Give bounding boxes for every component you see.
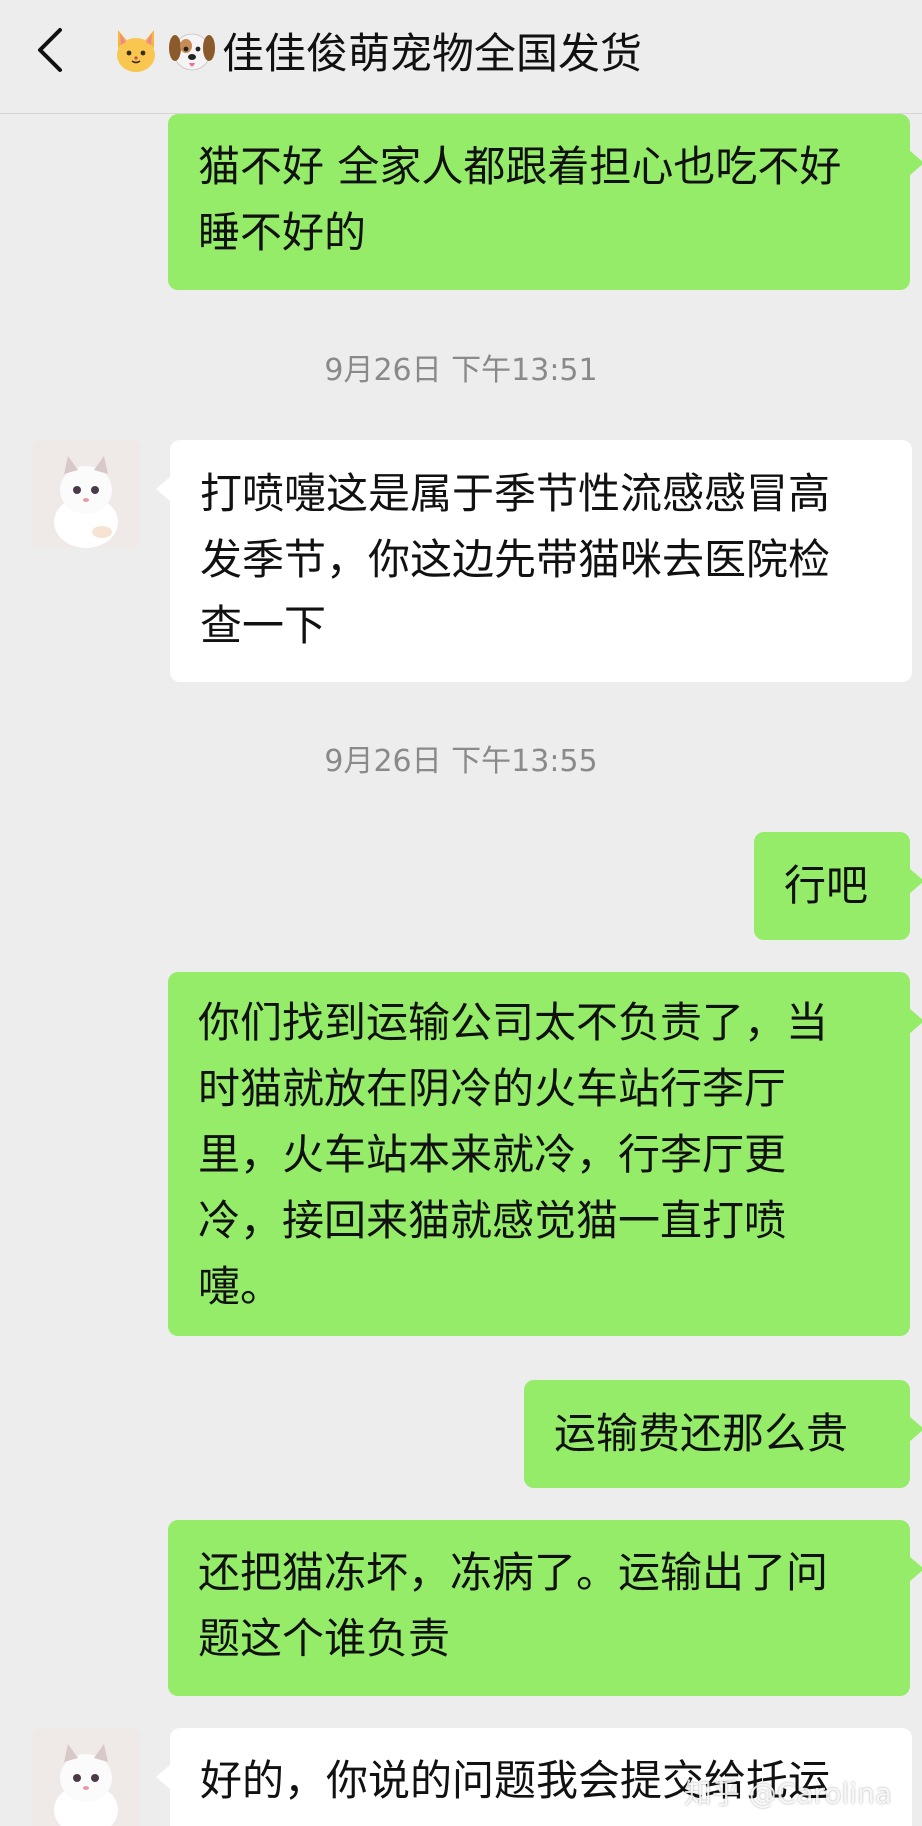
back-button[interactable] xyxy=(30,22,78,78)
contact-avatar[interactable] xyxy=(32,1728,140,1826)
message-line: 查一下 xyxy=(200,601,327,650)
message-line: 睡不好的 xyxy=(198,208,367,257)
message-line: 里，火车站本来就冷，行李厅更 xyxy=(198,1130,787,1179)
watermark-text: 知乎 @Carolina xyxy=(683,1777,892,1810)
message-bubble-sent[interactable]: 行吧 xyxy=(754,832,922,940)
contact-avatar[interactable] xyxy=(32,440,140,548)
message-line: 嚏。 xyxy=(198,1262,283,1311)
message-timestamp: 9月26日 下午13:55 xyxy=(324,744,598,779)
message-bubble-sent[interactable]: 还把猫冻坏，冻病了。运输出了问 题这个谁负责 xyxy=(168,1520,922,1696)
message-line: 猫不好 全家人都跟着担心也吃不好 xyxy=(198,142,842,191)
chat-title: 佳佳俊萌宠物全国发货 xyxy=(110,20,642,80)
message-line: 你们找到运输公司太不负责了，当 xyxy=(198,998,829,1047)
message-line: 行吧 xyxy=(784,861,869,910)
message-line: 还把猫冻坏，冻病了。运输出了问 xyxy=(198,1548,829,1597)
message-line: 冷，接回来猫就感觉猫一直打喷 xyxy=(198,1196,787,1245)
message-timestamp: 9月26日 下午13:51 xyxy=(324,353,598,388)
kitten-avatar-image xyxy=(32,1728,140,1826)
message-bubble-received[interactable]: 打喷嚏这是属于季节性流感感冒高 发季节，你这边先带猫咪去医院检 查一下 xyxy=(156,440,912,682)
kitten-avatar-image xyxy=(32,440,140,548)
chat-header: 佳佳俊萌宠物全国发货 xyxy=(0,0,922,114)
chat-title-text: 佳佳俊萌宠物全国发货 xyxy=(222,28,643,78)
message-line: 时猫就放在阴冷的火车站行李厅 xyxy=(198,1064,787,1113)
chevron-left-icon xyxy=(38,28,62,72)
message-bubble-sent[interactable]: 运输费还那么贵 xyxy=(524,1380,922,1488)
message-bubble-sent[interactable]: 你们找到运输公司太不负责了，当 时猫就放在阴冷的火车站行李厅 里，火车站本来就冷… xyxy=(168,972,922,1336)
message-list[interactable]: 猫不好 全家人都跟着担心也吃不好 睡不好的 9月26日 下午13:51 打喷嚏这… xyxy=(0,114,922,1826)
message-line: 题这个谁负责 xyxy=(198,1614,451,1663)
dog-face-icon xyxy=(169,33,215,71)
message-line: 运输费还那么贵 xyxy=(554,1409,849,1458)
message-line: 发季节，你这边先带猫咪去医院检 xyxy=(200,535,831,584)
message-bubble-sent[interactable]: 猫不好 全家人都跟着担心也吃不好 睡不好的 xyxy=(168,114,922,290)
cat-face-icon xyxy=(117,30,155,72)
message-line: 打喷嚏这是属于季节性流感感冒高 xyxy=(200,469,831,518)
